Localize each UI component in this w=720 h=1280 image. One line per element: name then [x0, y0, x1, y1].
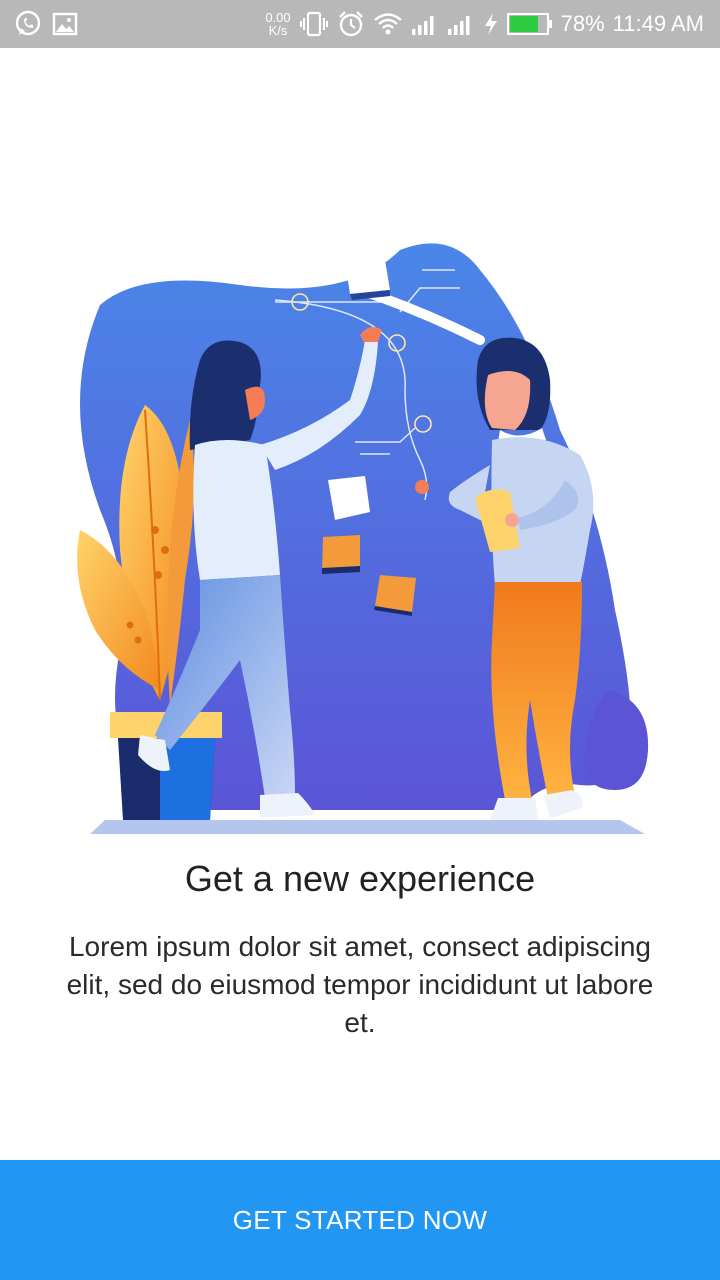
illustration-two-people-brainstorming: [60, 230, 660, 840]
network-speed: 0.00 K/s: [265, 11, 290, 37]
status-bar-left: [0, 10, 78, 38]
network-speed-unit: K/s: [268, 23, 288, 38]
onboarding-title: Get a new experience: [184, 858, 536, 899]
onboarding-description: Lorem ipsum dolor sit amet, consect adip…: [66, 931, 654, 1038]
get-started-button[interactable]: GET STARTED NOW: [0, 1160, 720, 1280]
wifi-icon: [373, 11, 403, 37]
battery-icon: [506, 12, 553, 36]
alarm-icon: [337, 10, 365, 38]
battery-fill: [509, 16, 538, 32]
vibrate-icon: [299, 11, 329, 37]
status-bar-right: 0.00 K/s 78% 11:49 AM: [265, 10, 720, 38]
charging-icon: [483, 12, 499, 36]
battery-percent: 78%: [560, 11, 605, 36]
signal-icon: [411, 12, 439, 36]
clock: 11:49 AM: [612, 11, 704, 36]
signal-icon: [447, 12, 475, 36]
whatsapp-icon: [14, 10, 42, 38]
status-bar: 0.00 K/s 78% 11:49 AM: [0, 0, 720, 48]
image-icon: [52, 11, 78, 37]
